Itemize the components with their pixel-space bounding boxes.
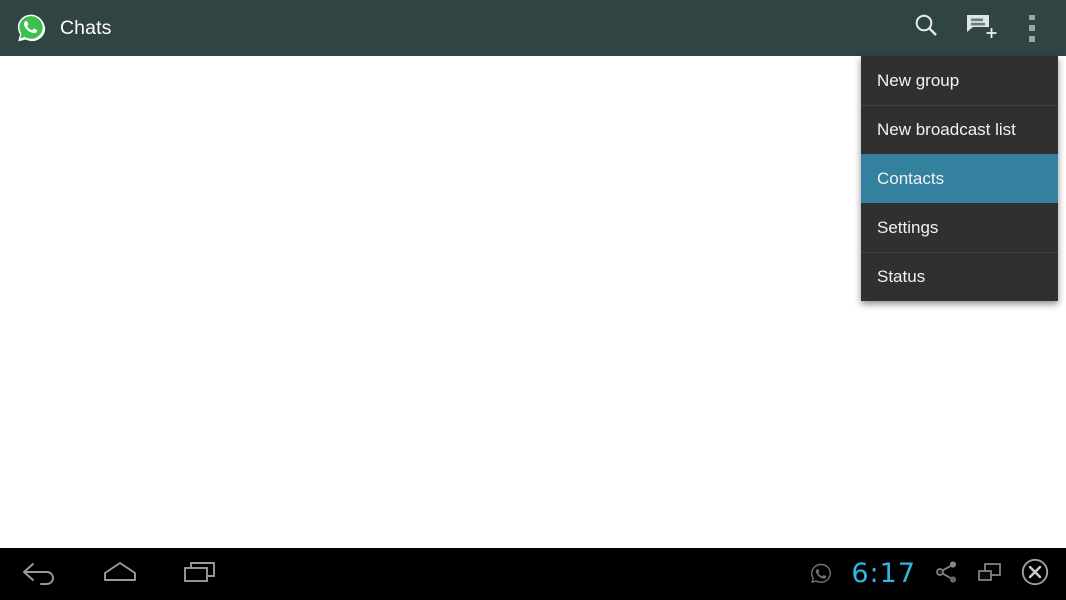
menu-item-label: Contacts [877,168,945,188]
home-icon [100,559,140,590]
app-bar: Chats [0,0,1066,56]
system-navigation-bar: 6:17 [0,548,1066,600]
back-arrow-icon [21,559,59,590]
screenshot-button[interactable] [968,548,1012,600]
whatsapp-logo-icon [16,13,46,43]
recent-apps-icon [181,559,219,590]
overflow-menu-icon [1023,12,1041,44]
nav-buttons [0,548,240,600]
new-chat-button[interactable] [954,0,1010,56]
status-clock: 6:17 [851,558,916,589]
close-circle-icon [1020,557,1050,592]
android-screen: Chats New group New broadcast list Conta… [0,0,1066,600]
menu-item-new-group[interactable]: New group [861,56,1058,105]
menu-item-contacts[interactable]: Contacts [861,154,1058,203]
menu-item-new-broadcast-list[interactable]: New broadcast list [861,105,1058,154]
recent-apps-button[interactable] [160,548,240,600]
search-button[interactable] [898,0,954,56]
new-chat-icon [965,11,999,46]
app-title: Chats [60,17,112,39]
overflow-menu-button[interactable] [1010,0,1054,56]
share-icon [934,559,960,590]
whatsapp-notification-icon[interactable] [801,548,841,600]
search-icon [913,12,940,44]
home-button[interactable] [80,548,160,600]
status-icons: 6:17 [801,548,1058,600]
menu-item-label: New group [877,70,960,90]
app-brand: Chats [12,0,111,56]
menu-item-label: New broadcast list [877,119,1016,139]
share-button[interactable] [926,548,968,600]
back-button[interactable] [0,548,80,600]
windows-icon [976,559,1004,590]
menu-item-label: Status [877,266,926,286]
menu-item-status[interactable]: Status [861,252,1058,301]
menu-item-label: Settings [877,217,939,237]
close-button[interactable] [1012,548,1058,600]
overflow-menu: New group New broadcast list Contacts Se… [861,56,1058,301]
menu-item-settings[interactable]: Settings [861,203,1058,252]
